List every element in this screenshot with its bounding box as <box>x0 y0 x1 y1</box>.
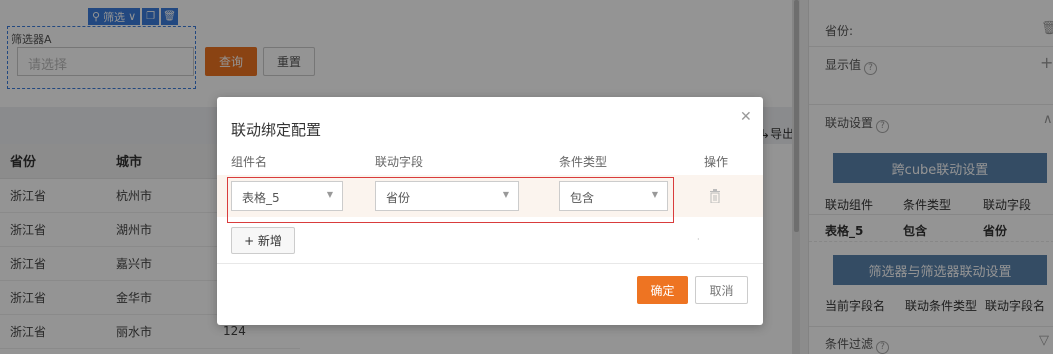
column-header: 条件类型 <box>559 155 608 169</box>
column-header: 组件名 <box>231 155 268 169</box>
column-header: 联动字段 <box>375 155 424 169</box>
binding-row: 表格_5 ▼ 省份 ▼ 包含 ▼ <box>217 175 763 223</box>
dialog-title: 联动绑定配置 <box>231 121 322 139</box>
highlight-box <box>227 177 674 223</box>
column-header: 操作 <box>704 155 729 169</box>
ok-button[interactable]: 确定 <box>637 276 688 304</box>
add-row-button[interactable]: + 新增 <box>231 227 295 254</box>
separator-dot: · <box>697 235 700 244</box>
cancel-button[interactable]: 取消 <box>695 276 748 304</box>
dialog-footer-divider <box>217 263 763 264</box>
linkage-binding-dialog: 联动绑定配置 ✕ 组件名 联动字段 条件类型 操作 表格_5 ▼ 省份 ▼ 包含… <box>217 97 763 325</box>
trash-icon[interactable] <box>709 189 721 203</box>
dialog-column-header: 组件名 联动字段 条件类型 操作 <box>217 149 763 173</box>
close-icon[interactable]: ✕ <box>740 109 752 125</box>
